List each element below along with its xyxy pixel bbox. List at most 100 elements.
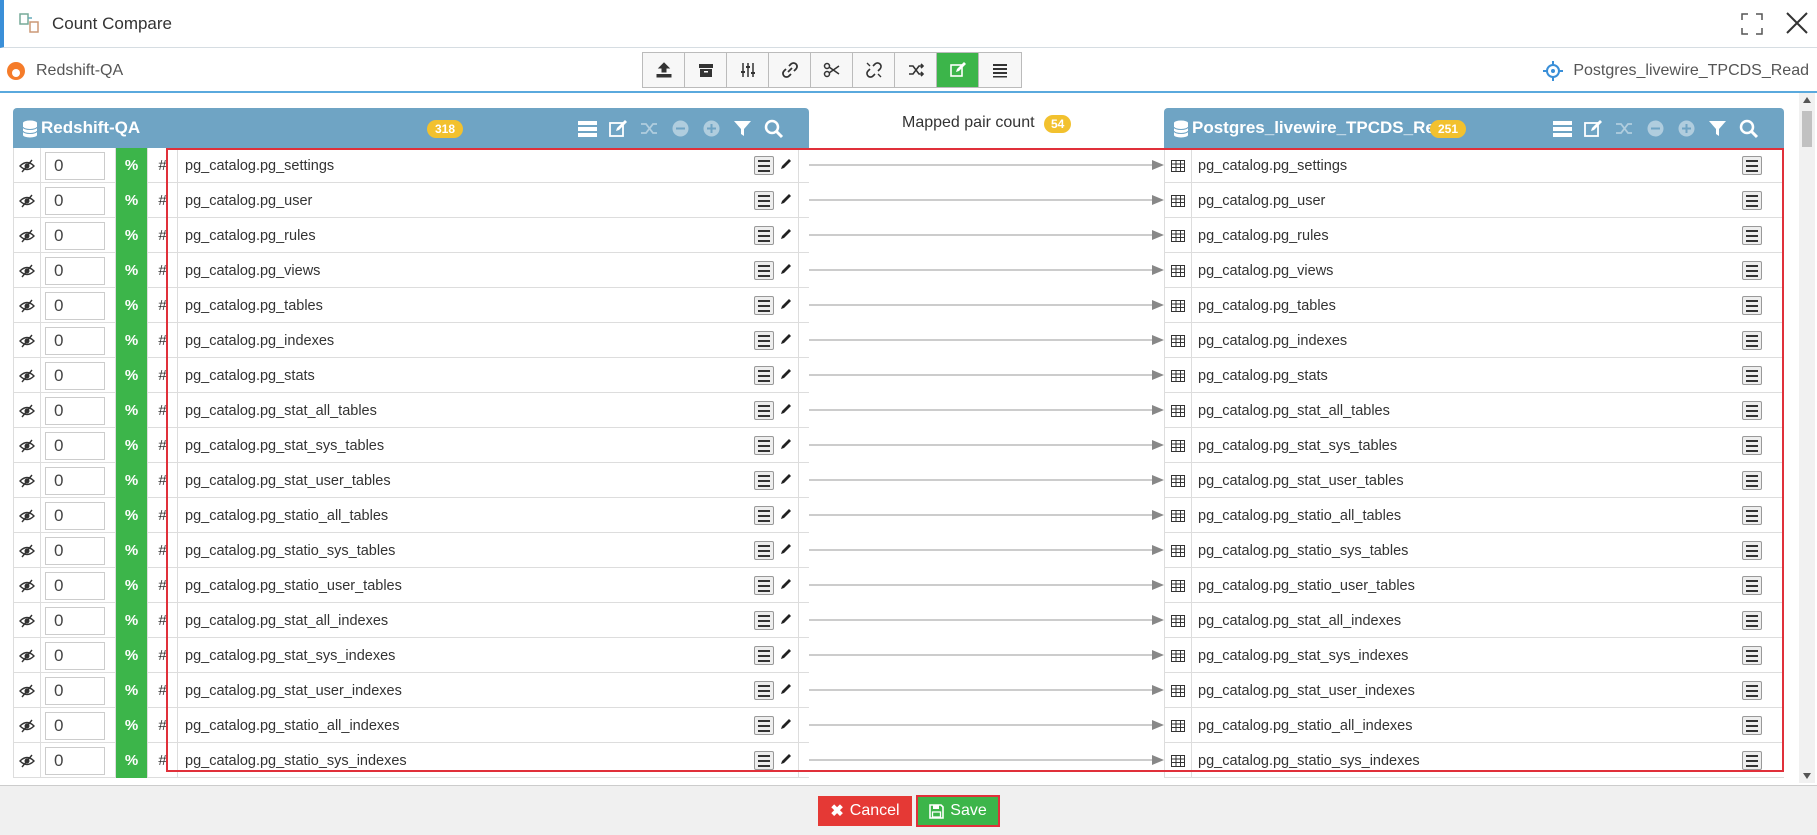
table-row[interactable]: pg_catalog.pg_indexes <box>1164 323 1784 358</box>
sliders-button[interactable] <box>727 53 769 87</box>
percent-button[interactable]: % <box>116 638 148 673</box>
plus-circle-icon[interactable] <box>1676 118 1697 139</box>
minus-circle-icon[interactable] <box>670 118 691 139</box>
row-menu-button[interactable] <box>754 436 774 455</box>
visibility-cell[interactable] <box>13 708 41 743</box>
pencil-icon[interactable] <box>780 543 792 559</box>
hash-button[interactable]: # <box>148 603 178 638</box>
row-menu-button[interactable] <box>1742 401 1762 420</box>
visibility-cell[interactable] <box>13 638 41 673</box>
pencil-icon[interactable] <box>780 263 792 279</box>
percent-button[interactable]: % <box>116 673 148 708</box>
percent-button[interactable]: % <box>116 568 148 603</box>
percent-button[interactable]: % <box>116 708 148 743</box>
table-row[interactable]: 0% # pg_catalog.pg_stat_sys_indexes <box>13 638 809 673</box>
row-menu-button[interactable] <box>1742 261 1762 280</box>
count-input[interactable]: 0 <box>45 186 105 215</box>
row-menu-button[interactable] <box>754 646 774 665</box>
scroll-up-icon[interactable] <box>1803 97 1811 103</box>
count-input[interactable]: 0 <box>45 221 105 250</box>
visibility-cell[interactable] <box>13 323 41 358</box>
server-icon[interactable] <box>577 118 598 139</box>
percent-button[interactable]: % <box>116 148 148 183</box>
visibility-cell[interactable] <box>13 533 41 568</box>
table-row[interactable]: 0% # pg_catalog.pg_indexes <box>13 323 809 358</box>
row-menu-button[interactable] <box>1742 716 1762 735</box>
maximize-icon[interactable] <box>1740 12 1764 36</box>
vertical-scrollbar[interactable] <box>1799 93 1815 783</box>
row-menu-button[interactable] <box>754 541 774 560</box>
table-row[interactable]: pg_catalog.pg_tables <box>1164 288 1784 323</box>
visibility-cell[interactable] <box>13 428 41 463</box>
pencil-icon[interactable] <box>780 473 792 489</box>
row-menu-button[interactable] <box>754 191 774 210</box>
link-button[interactable] <box>769 53 811 87</box>
table-row[interactable]: 0% # pg_catalog.pg_user <box>13 183 809 218</box>
table-row[interactable]: 0% # pg_catalog.pg_stat_all_tables <box>13 393 809 428</box>
percent-button[interactable]: % <box>116 743 148 778</box>
percent-button[interactable]: % <box>116 323 148 358</box>
table-row[interactable]: 0% # pg_catalog.pg_statio_sys_tables <box>13 533 809 568</box>
row-menu-button[interactable] <box>754 611 774 630</box>
percent-button[interactable]: % <box>116 498 148 533</box>
table-row[interactable]: pg_catalog.pg_stat_sys_tables <box>1164 428 1784 463</box>
count-input[interactable]: 0 <box>45 291 105 320</box>
table-row[interactable]: pg_catalog.pg_stat_all_tables <box>1164 393 1784 428</box>
row-menu-button[interactable] <box>754 366 774 385</box>
hash-button[interactable]: # <box>148 533 178 568</box>
count-input[interactable]: 0 <box>45 431 105 460</box>
hash-button[interactable]: # <box>148 743 178 778</box>
table-row[interactable]: 0% # pg_catalog.pg_stat_all_indexes <box>13 603 809 638</box>
scroll-down-icon[interactable] <box>1803 773 1811 779</box>
table-row[interactable]: pg_catalog.pg_views <box>1164 253 1784 288</box>
table-row[interactable]: pg_catalog.pg_statio_sys_tables <box>1164 533 1784 568</box>
row-menu-button[interactable] <box>1742 296 1762 315</box>
pencil-icon[interactable] <box>780 158 792 174</box>
row-menu-button[interactable] <box>1742 191 1762 210</box>
row-menu-button[interactable] <box>1742 576 1762 595</box>
table-row[interactable]: pg_catalog.pg_statio_user_tables <box>1164 568 1784 603</box>
count-input[interactable]: 0 <box>45 151 105 180</box>
percent-button[interactable]: % <box>116 603 148 638</box>
visibility-cell[interactable] <box>13 463 41 498</box>
table-row[interactable]: 0% # pg_catalog.pg_stat_sys_tables <box>13 428 809 463</box>
row-menu-button[interactable] <box>1742 156 1762 175</box>
table-row[interactable]: 0% # pg_catalog.pg_stat_user_tables <box>13 463 809 498</box>
pencil-icon[interactable] <box>780 298 792 314</box>
row-menu-button[interactable] <box>1742 226 1762 245</box>
hash-button[interactable]: # <box>148 323 178 358</box>
close-icon[interactable] <box>1784 10 1810 36</box>
count-input[interactable]: 0 <box>45 746 105 775</box>
hash-button[interactable]: # <box>148 463 178 498</box>
hash-button[interactable]: # <box>148 288 178 323</box>
row-menu-button[interactable] <box>754 681 774 700</box>
percent-button[interactable]: % <box>116 253 148 288</box>
row-menu-button[interactable] <box>754 716 774 735</box>
plus-circle-icon[interactable] <box>701 118 722 139</box>
table-row[interactable]: pg_catalog.pg_statio_all_tables <box>1164 498 1784 533</box>
percent-button[interactable]: % <box>116 358 148 393</box>
table-row[interactable]: 0% # pg_catalog.pg_rules <box>13 218 809 253</box>
table-row[interactable]: pg_catalog.pg_rules <box>1164 218 1784 253</box>
row-menu-button[interactable] <box>1742 366 1762 385</box>
pencil-icon[interactable] <box>780 753 792 769</box>
row-menu-button[interactable] <box>754 156 774 175</box>
pencil-icon[interactable] <box>780 228 792 244</box>
visibility-cell[interactable] <box>13 148 41 183</box>
row-menu-button[interactable] <box>754 576 774 595</box>
table-row[interactable]: pg_catalog.pg_user <box>1164 183 1784 218</box>
row-menu-button[interactable] <box>754 471 774 490</box>
edit-icon[interactable] <box>608 118 629 139</box>
table-row[interactable]: pg_catalog.pg_statio_sys_indexes <box>1164 743 1784 778</box>
percent-button[interactable]: % <box>116 533 148 568</box>
row-menu-button[interactable] <box>1742 471 1762 490</box>
shuffle-icon[interactable] <box>1614 118 1635 139</box>
row-menu-button[interactable] <box>754 296 774 315</box>
percent-button[interactable]: % <box>116 183 148 218</box>
row-menu-button[interactable] <box>1742 611 1762 630</box>
visibility-cell[interactable] <box>13 358 41 393</box>
row-menu-button[interactable] <box>1742 681 1762 700</box>
table-row[interactable]: 0% # pg_catalog.pg_statio_sys_indexes <box>13 743 809 778</box>
cancel-button[interactable]: ✖ Cancel <box>818 796 912 826</box>
count-input[interactable]: 0 <box>45 606 105 635</box>
